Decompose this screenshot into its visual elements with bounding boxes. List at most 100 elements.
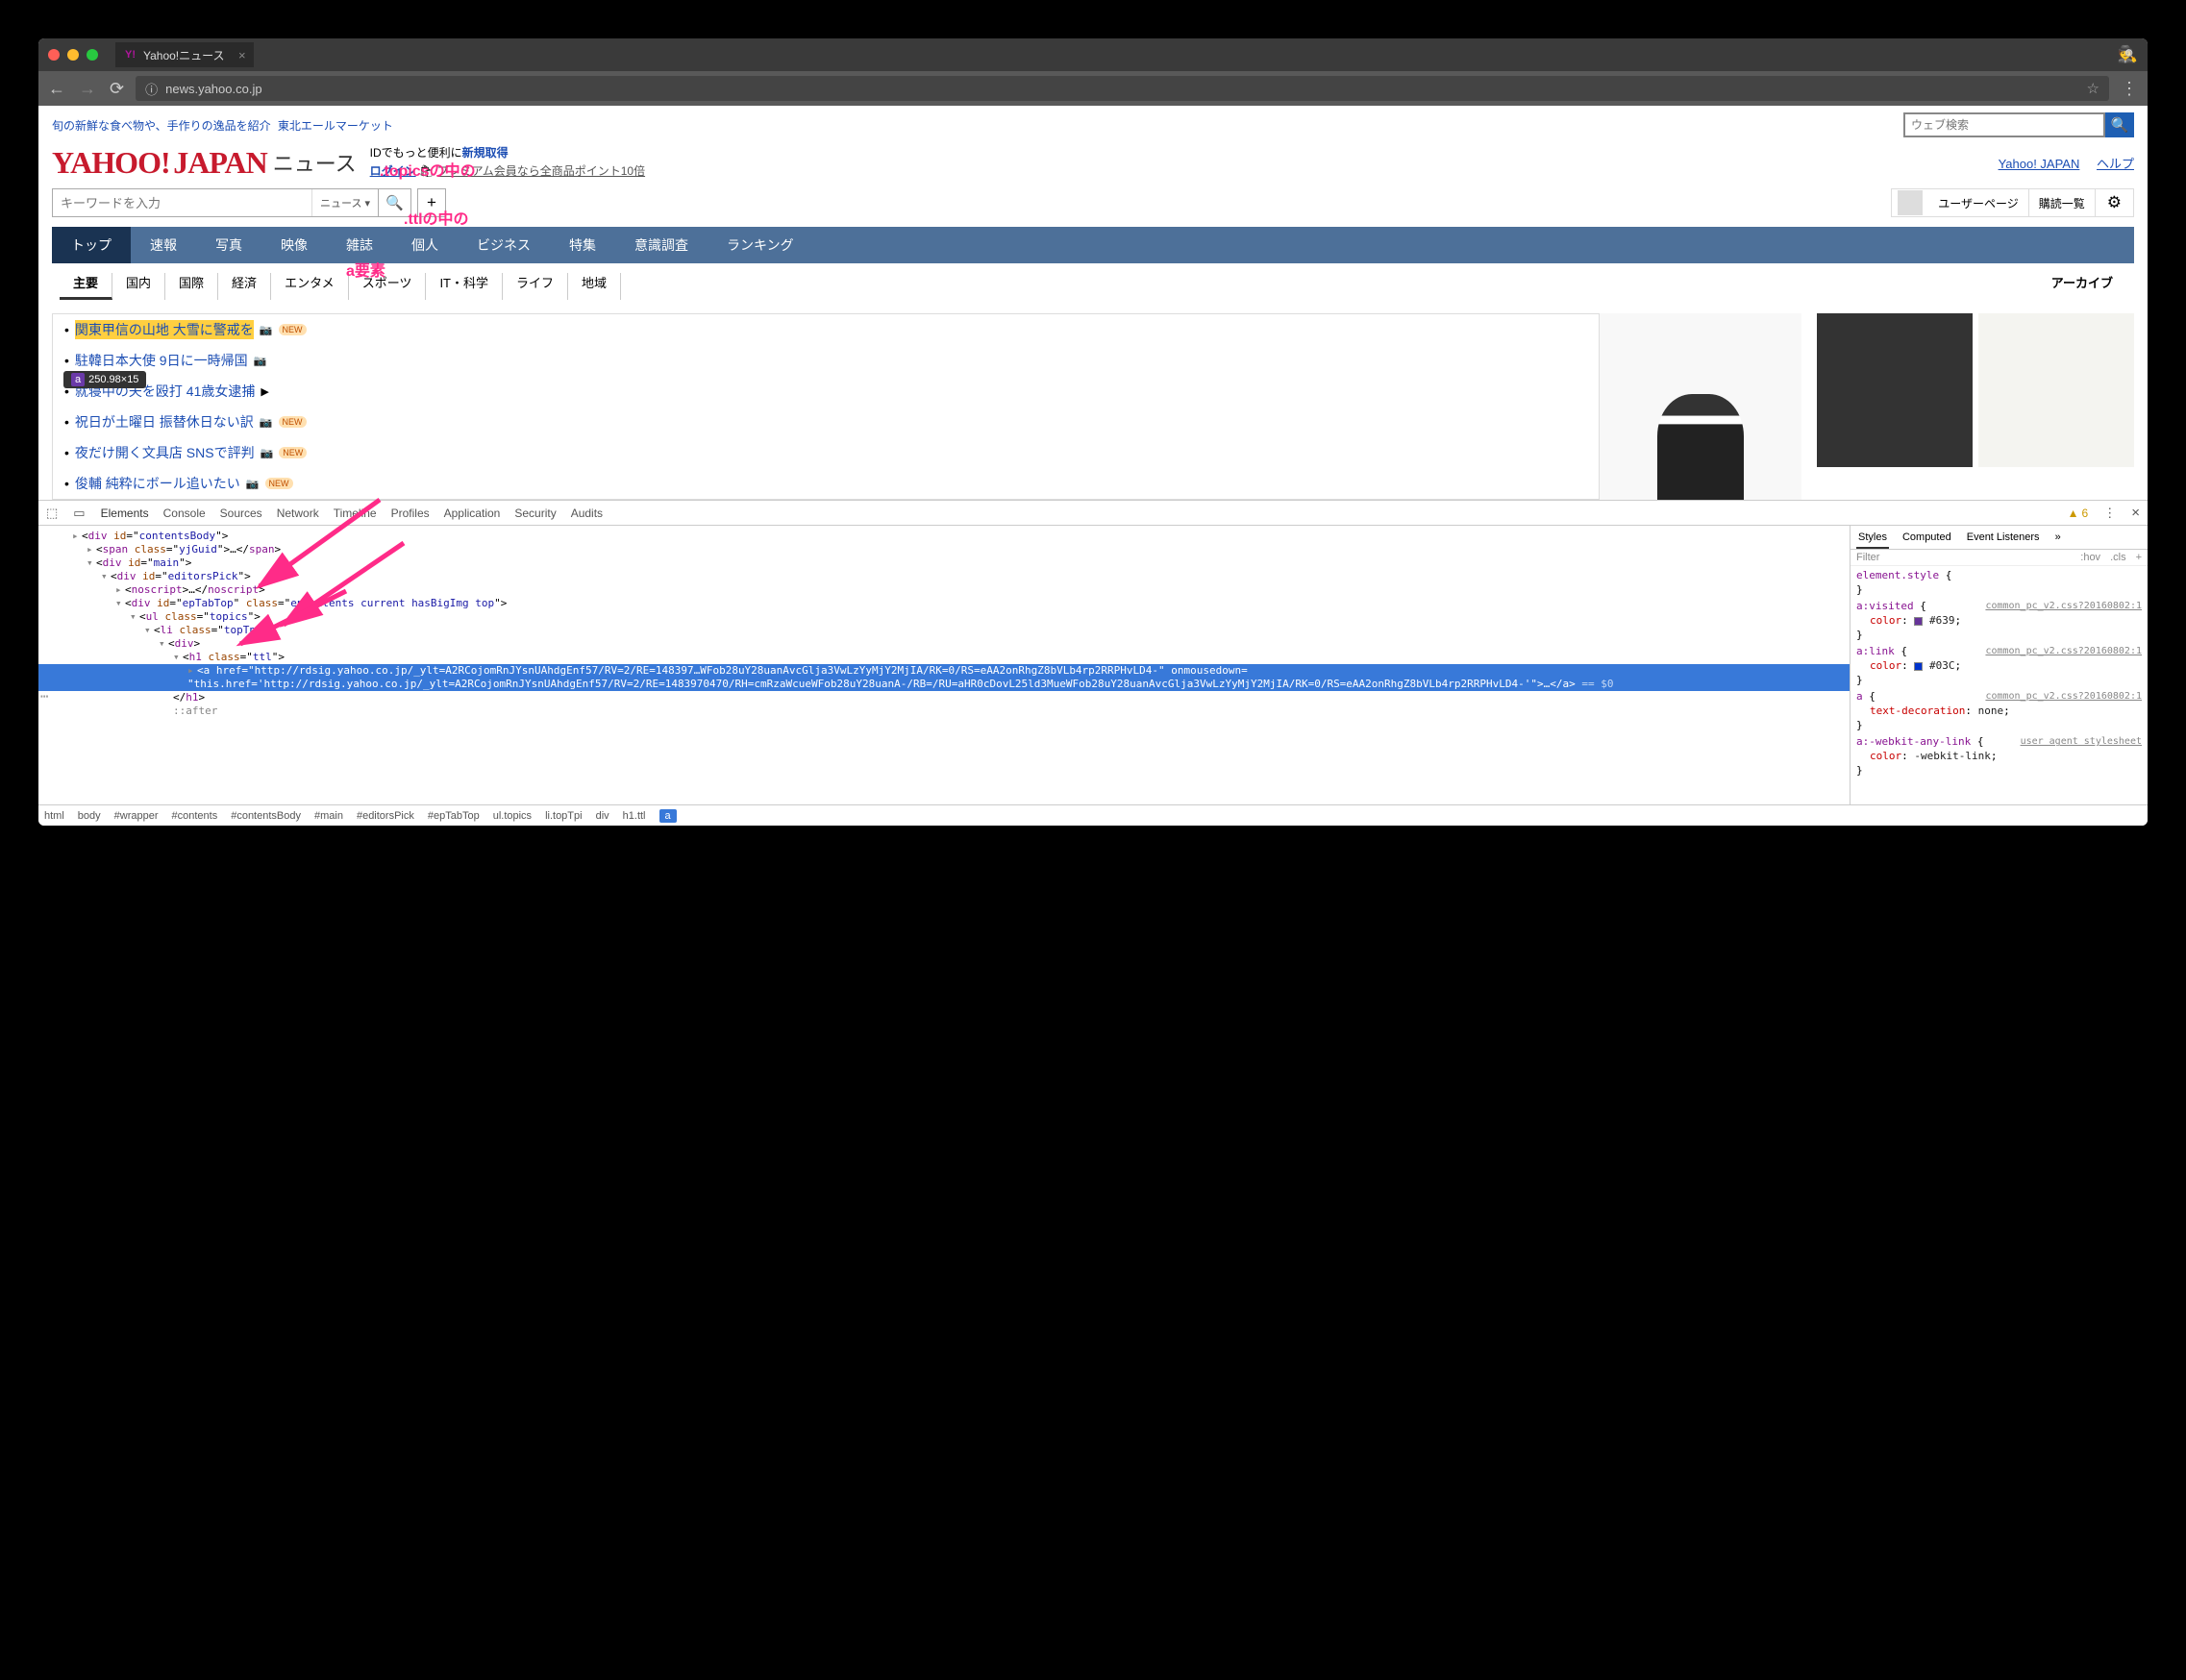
breadcrumb-item[interactable]: #main [314,810,343,822]
subscriptions-link[interactable]: 購読一覧 [2028,189,2095,216]
main-nav-item[interactable]: 映像 [261,227,327,263]
ad-image-building[interactable] [1817,313,1973,467]
news-label: ニュース [273,147,357,178]
breadcrumb-item[interactable]: #contents [172,810,218,822]
styles-tab[interactable]: Computed [1900,530,1953,549]
add-button[interactable]: + [417,188,446,217]
main-nav-item[interactable]: ランキング [708,227,813,263]
breadcrumb-item[interactable]: body [78,810,101,822]
breadcrumb-item[interactable]: html [44,810,64,822]
keyword-search-button[interactable]: 🔍 [379,188,411,217]
breadcrumb-item[interactable]: #epTabTop [428,810,480,822]
devtools-tab[interactable]: Audits [571,506,603,520]
main-nav-item[interactable]: 個人 [392,227,458,263]
devtools-menu-icon[interactable]: ⋮ [2103,506,2116,521]
main-nav-item[interactable]: 写真 [196,227,261,263]
web-search-input[interactable] [1903,112,2105,137]
news-item[interactable]: • 祝日が土曜日 振替休日ない訳 📷 NEW [53,407,1599,437]
signup-link[interactable]: 新規取得 [462,146,509,160]
news-item[interactable]: • 駐韓日本大使 9日に一時帰国 📷 [53,345,1599,376]
close-dot[interactable] [48,49,60,61]
tab-title: Yahoo!ニュース [143,47,225,63]
chrome-menu-icon[interactable]: ⋮ [2121,79,2138,99]
news-hero-image [1600,313,1801,500]
breadcrumb-item[interactable]: li.topTpi [545,810,583,822]
devtools-tab[interactable]: Application [444,506,501,520]
breadcrumb-item[interactable]: #editorsPick [357,810,414,822]
sub-nav-item[interactable]: 国内 [112,273,165,300]
top-promo-link-2[interactable]: 東北エールマーケット [278,117,393,134]
styles-filter-btn[interactable]: .cls [2110,552,2126,563]
help-link[interactable]: ヘルプ [2097,157,2134,171]
info-icon[interactable]: ⓘ [145,80,158,98]
devtools-tab[interactable]: Security [514,506,556,520]
main-nav-item[interactable]: 雑誌 [327,227,392,263]
breadcrumb-item[interactable]: #wrapper [114,810,159,822]
main-nav-item[interactable]: 特集 [550,227,615,263]
browser-tab[interactable]: Y! Yahoo!ニュース × [115,42,254,67]
web-search-button[interactable]: 🔍 [2105,112,2134,137]
devtools-tab[interactable]: Elements [101,506,149,520]
devtools-tab[interactable]: Timeline [334,506,377,520]
sub-nav-item[interactable]: エンタメ [271,273,349,300]
search-scope-dropdown[interactable]: ニュース ▾ [311,189,378,216]
news-item[interactable]: • 夜だけ開く文具店 SNSで評判 📷 NEW [53,437,1599,468]
devtools-tab[interactable]: Sources [220,506,262,520]
archive-link[interactable]: アーカイブ [2038,273,2126,300]
ad-image-floorplan[interactable] [1978,313,2134,467]
styles-tab[interactable]: Event Listeners [1965,530,2042,549]
devtools-tab[interactable]: Network [277,506,319,520]
forward-icon: → [79,79,96,99]
premium-link[interactable]: プレミアム会員なら全商品ポイント10倍 [437,164,646,178]
main-nav-item[interactable]: ビジネス [458,227,550,263]
devtools-tab[interactable]: Console [163,506,206,520]
styles-filter-btn[interactable]: + [2136,552,2142,563]
max-dot[interactable] [87,49,98,61]
breadcrumb-item[interactable]: a [659,809,677,823]
back-icon[interactable]: ← [48,79,65,99]
news-item[interactable]: • 関東甲信の山地 大雪に警戒を 📷 NEW [53,314,1599,345]
devtools-close-icon[interactable]: × [2131,505,2140,521]
sub-nav-item[interactable]: 経済 [218,273,271,300]
top-promo-link-1[interactable]: 旬の新鮮な食べ物や、手作りの逸品を紹介 [52,117,271,134]
inspect-icon[interactable]: ⬚ [46,506,58,521]
breadcrumb-item[interactable]: ul.topics [493,810,532,822]
url-text: news.yahoo.co.jp [165,82,261,96]
main-nav-item[interactable]: 意識調査 [615,227,708,263]
styles-tab[interactable]: Styles [1856,530,1889,549]
reload-icon[interactable]: ⟳ [110,79,124,99]
sub-nav-item[interactable]: ライフ [503,273,568,300]
avatar[interactable] [1898,190,1923,215]
bookmark-star-icon[interactable]: ☆ [2087,80,2099,97]
incognito-icon: 🕵 [2118,45,2138,64]
dom-tree[interactable]: ⋯ ▸<div id="contentsBody"> ▸<span class=… [38,526,1850,804]
devtools-tab[interactable]: Profiles [391,506,430,520]
login-link[interactable]: ログイン [370,164,416,178]
yahoo-logo[interactable]: YAHOO! JAPAN [52,145,267,181]
warnings[interactable]: ▲ 6 [2068,506,2089,520]
sub-nav-item[interactable]: 地域 [568,273,621,300]
user-page-link[interactable]: ユーザーページ [1928,195,2028,211]
yahoo-japan-link[interactable]: Yahoo! JAPAN [1999,157,2080,171]
sub-nav-item[interactable]: スポーツ [349,273,427,300]
sub-nav-item[interactable]: IT・科学 [426,273,503,300]
styles-filter-btn[interactable]: :hov [2080,552,2100,563]
sub-nav-item[interactable]: 国際 [165,273,218,300]
url-bar[interactable]: ⓘ news.yahoo.co.jp ☆ [136,76,2109,101]
favicon: Y! [125,49,136,61]
main-nav-item[interactable]: トップ [52,227,131,263]
keyword-input[interactable] [53,196,311,210]
breadcrumb-item[interactable]: div [596,810,609,822]
news-item[interactable]: • 就寝中の夫を殴打 41歳女逮捕 ▶ [53,376,1599,407]
gear-icon[interactable]: ⚙ [2095,189,2133,216]
breadcrumb-item[interactable]: #contentsBody [231,810,301,822]
device-icon[interactable]: ▭ [73,506,85,521]
titlebar: Y! Yahoo!ニュース × 🕵 [38,38,2148,71]
min-dot[interactable] [67,49,79,61]
breadcrumb-item[interactable]: h1.ttl [623,810,646,822]
styles-filter[interactable]: Filter [1856,552,1879,563]
sub-nav-item[interactable]: 主要 [60,273,112,300]
main-nav-item[interactable]: 速報 [131,227,196,263]
news-item[interactable]: • 俊輔 純粋にボール追いたい 📷 NEW [53,468,1599,499]
close-tab-icon[interactable]: × [238,48,246,62]
